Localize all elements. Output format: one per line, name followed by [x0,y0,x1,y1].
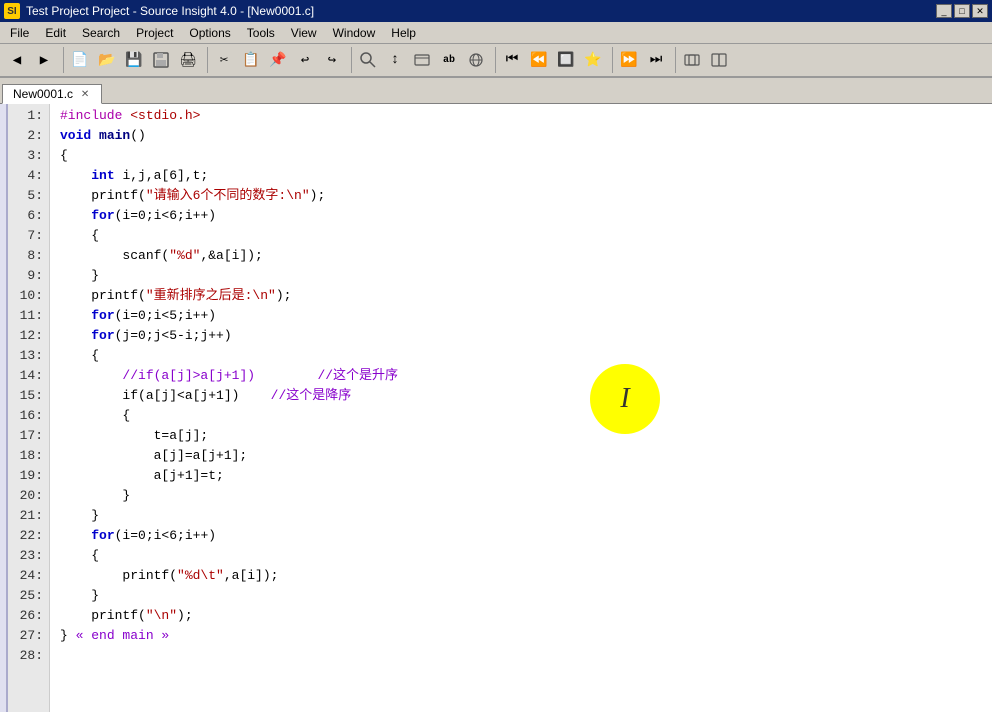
code-line-25: } [60,586,982,606]
print-button[interactable]: 🖨 [175,47,201,73]
code-line-5: printf("请输入6个不同的数字:\n"); [60,186,982,206]
save-all-button[interactable] [148,47,174,73]
menu-bar: File Edit Search Project Options Tools V… [0,22,992,44]
code-line-6: for(i=0;i<6;i++) [60,206,982,226]
cut-button[interactable]: ✂ [211,47,237,73]
code-line-22: for(i=0;i<6;i++) [60,526,982,546]
menu-project[interactable]: Project [128,24,181,42]
code-line-3: { [60,146,982,166]
app-icon: SI [4,3,20,19]
toolbar-sep-4 [492,47,496,73]
code-line-13: { [60,346,982,366]
toolbar-sep-5 [609,47,613,73]
menu-options[interactable]: Options [181,24,238,42]
undo-button[interactable]: ↩ [292,47,318,73]
code-line-9: } [60,266,982,286]
extra-btn-1[interactable] [679,47,705,73]
open-button[interactable]: 📂 [94,47,120,73]
tab-close-button[interactable]: ✕ [79,88,91,100]
code-line-24: printf("%d\t",a[i]); [60,566,982,586]
new-button[interactable]: 📄 [67,47,93,73]
code-line-23: { [60,546,982,566]
minimize-button[interactable]: _ [936,4,952,18]
menu-tools[interactable]: Tools [239,24,283,42]
code-line-12: for(j=0;j<5-i;j++) [60,326,982,346]
zoom-button[interactable]: ↕ [382,47,408,73]
menu-help[interactable]: Help [383,24,424,42]
forward-button[interactable]: ▶ [31,47,57,73]
code-line-7: { [60,226,982,246]
code-line-1: #include <stdio.h> [60,106,982,126]
build-button[interactable] [409,47,435,73]
toolbar-sep-6 [672,47,676,73]
menu-view[interactable]: View [283,24,325,42]
back-button[interactable]: ◀ [4,47,30,73]
menu-window[interactable]: Window [325,24,384,42]
code-line-16: { [60,406,982,426]
code-editor[interactable]: #include <stdio.h> void main() { int i,j… [50,104,992,712]
code-line-21: } [60,506,982,526]
code-line-15: if(a[j]<a[j+1]) //这个是降序 [60,386,982,406]
code-line-11: for(i=0;i<5;i++) [60,306,982,326]
identifier-button[interactable]: ab [436,47,462,73]
app-icon-label: SI [7,6,16,17]
code-line-10: printf("重新排序之后是:\n"); [60,286,982,306]
code-line-8: scanf("%d",&a[i]); [60,246,982,266]
window-controls: _ □ ✕ [936,4,988,18]
editor-area: 1: 2: 3: 4: 5: 6: 7: 8: 9: 10: 11: 12: 1… [0,104,992,712]
web-button[interactable] [463,47,489,73]
tab-new0001[interactable]: New0001.c ✕ [2,84,102,104]
tab-bar: New0001.c ✕ [0,78,992,104]
code-line-27: } « end main » [60,626,982,646]
copy-button[interactable]: 📋 [238,47,264,73]
redo-button[interactable]: ↪ [319,47,345,73]
tab-label: New0001.c [13,87,73,101]
last-button[interactable]: ⏭ [643,47,669,73]
code-line-2: void main() [60,126,982,146]
window-title: Test Project Project - Source Insight 4.… [26,4,930,18]
extra-btn-2[interactable] [706,47,732,73]
left-margin [0,104,8,712]
code-line-4: int i,j,a[6],t; [60,166,982,186]
line-numbers: 1: 2: 3: 4: 5: 6: 7: 8: 9: 10: 11: 12: 1… [8,104,50,712]
save-button[interactable]: 💾 [121,47,147,73]
code-line-26: printf("\n"); [60,606,982,626]
first-button[interactable]: ⏮ [499,47,525,73]
paste-button[interactable]: 📌 [265,47,291,73]
code-line-17: t=a[j]; [60,426,982,446]
code-line-19: a[j+1]=t; [60,466,982,486]
star-button[interactable]: ⭐ [580,47,606,73]
title-bar: SI Test Project Project - Source Insight… [0,0,992,22]
code-line-28 [60,646,982,666]
toolbar-sep-2 [204,47,208,73]
menu-search[interactable]: Search [74,24,128,42]
menu-file[interactable]: File [2,24,37,42]
prev-button[interactable]: ⏪ [526,47,552,73]
maximize-button[interactable]: □ [954,4,970,18]
close-button[interactable]: ✕ [972,4,988,18]
toolbar-sep-3 [348,47,352,73]
bookmark-button[interactable]: 🔲 [553,47,579,73]
next-button[interactable]: ⏩ [616,47,642,73]
code-line-14: //if(a[j]>a[j+1]) //这个是升序 [60,366,982,386]
search-button[interactable] [355,47,381,73]
menu-edit[interactable]: Edit [37,24,74,42]
code-line-18: a[j]=a[j+1]; [60,446,982,466]
toolbar: ◀ ▶ 📄 📂 💾 🖨 ✂ 📋 📌 ↩ ↪ ↕ ab ⏮ ⏪ 🔲 ⭐ ⏩ ⏭ [0,44,992,78]
toolbar-sep-1 [60,47,64,73]
code-line-20: } [60,486,982,506]
